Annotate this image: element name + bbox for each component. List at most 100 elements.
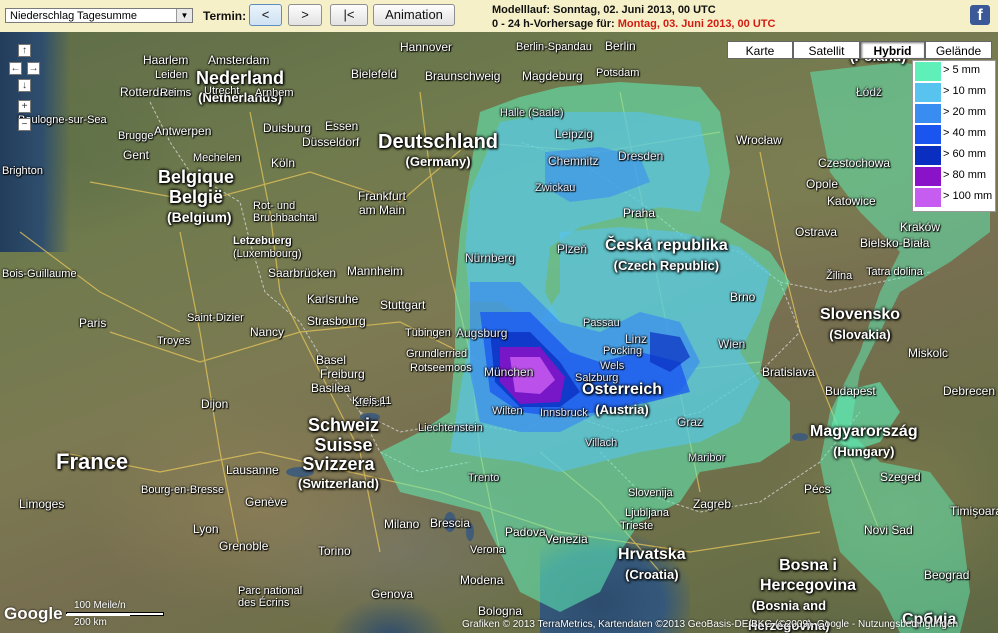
city-label: Ostrava bbox=[795, 225, 838, 239]
google-logo[interactable]: Google bbox=[4, 604, 63, 624]
country-label-switzerland-it: Svizzera (Switzerland) bbox=[298, 454, 379, 491]
pan-left-button[interactable]: ← bbox=[9, 62, 22, 75]
city-label: Szeged bbox=[880, 470, 921, 484]
city-label: Beograd bbox=[924, 568, 970, 582]
city-label: Grundlerried bbox=[406, 348, 468, 360]
city-label: Pécs bbox=[804, 482, 831, 496]
city-label: (Luxembourg) bbox=[233, 248, 302, 260]
city-label: Innsbruck bbox=[540, 407, 588, 419]
city-label: Miskolc bbox=[908, 346, 949, 360]
legend-swatch bbox=[915, 83, 941, 102]
maptype-hybrid-button[interactable]: Hybrid bbox=[860, 41, 925, 59]
scale-bar-km bbox=[66, 614, 130, 616]
country-label-belgium: Belgique België bbox=[158, 167, 235, 207]
country-label-belgium-en: (Belgium) bbox=[167, 209, 232, 225]
city-label: Essen bbox=[325, 119, 359, 133]
legend-swatch bbox=[915, 62, 941, 81]
city-label: Liechtenstein bbox=[418, 422, 483, 434]
pan-up-button[interactable]: ↑ bbox=[18, 44, 31, 57]
city-label: Saarbrücken bbox=[268, 266, 337, 280]
country-label-hungary: Magyarország (Hungary) bbox=[810, 423, 918, 459]
city-label: Hannover bbox=[400, 40, 453, 54]
city-label: Czestochowa bbox=[818, 156, 891, 170]
city-label: Strasbourg bbox=[307, 314, 366, 328]
next-button[interactable]: > bbox=[288, 4, 322, 26]
city-label: Grenoble bbox=[219, 539, 269, 553]
city-label: Wels bbox=[600, 360, 625, 372]
city-label: Kreis 11 bbox=[352, 395, 392, 407]
city-label: Zwickau bbox=[535, 182, 576, 194]
city-label: Arnhem bbox=[255, 87, 294, 99]
legend-row: > 40 mm bbox=[913, 124, 995, 145]
maptype-gelaende-button[interactable]: Gelände bbox=[925, 41, 992, 59]
zoom-in-button[interactable]: + bbox=[18, 100, 31, 113]
city-label: Genova bbox=[371, 587, 414, 601]
city-label: Katowice bbox=[827, 194, 876, 208]
city-label: Padova bbox=[505, 525, 546, 539]
city-label: Modena bbox=[460, 573, 504, 587]
city-label: Wrocław bbox=[736, 133, 782, 147]
product-select-value: Niederschlag Tagesumme bbox=[10, 10, 137, 22]
city-label: Budapest bbox=[825, 384, 876, 398]
city-label: Basel bbox=[316, 353, 347, 367]
city-label: Bielefeld bbox=[351, 67, 398, 81]
city-label: Milano bbox=[384, 517, 420, 531]
city-label: Žilina bbox=[826, 270, 853, 282]
country-label-france: France bbox=[56, 449, 129, 474]
city-label: Troyes bbox=[157, 335, 191, 347]
city-label: Düsseldorf bbox=[302, 135, 360, 149]
city-label: Brno bbox=[730, 290, 756, 304]
legend-row: > 5 mm bbox=[913, 61, 995, 82]
city-label: Praha bbox=[623, 206, 656, 220]
first-button[interactable]: |< bbox=[330, 4, 368, 26]
precipitation-legend: > 5 mm > 10 mm > 20 mm > 40 mm > 60 mm >… bbox=[912, 60, 996, 212]
maptype-karte-button[interactable]: Karte bbox=[727, 41, 793, 59]
zoom-out-button[interactable]: − bbox=[18, 118, 31, 131]
city-label: Opole bbox=[806, 177, 839, 191]
map-view[interactable]: Nederland (Netherlands) Deutschland (Germa… bbox=[0, 32, 998, 633]
legend-swatch bbox=[915, 104, 941, 123]
legend-swatch bbox=[915, 188, 941, 207]
country-label-croatia: Hrvatska (Croatia) bbox=[618, 546, 686, 582]
city-label: Rot- und Bruchbachtal bbox=[253, 200, 318, 224]
chevron-down-icon[interactable]: ▼ bbox=[176, 9, 192, 22]
city-label: Utrecht bbox=[204, 85, 240, 97]
legend-row: > 10 mm bbox=[913, 82, 995, 103]
city-label: Nancy bbox=[250, 325, 285, 339]
legend-label: > 100 mm bbox=[943, 190, 993, 202]
city-label: Halle (Saale) bbox=[500, 107, 564, 119]
pan-down-button[interactable]: ↓ bbox=[18, 79, 31, 92]
model-run-info: Modelllauf: Sonntag, 02. Juni 2013, 00 U… bbox=[492, 4, 716, 16]
city-label: Wilten bbox=[492, 405, 523, 417]
city-label: Bologna bbox=[478, 604, 523, 618]
animation-button[interactable]: Animation bbox=[373, 4, 455, 26]
city-label: Linz bbox=[625, 332, 648, 346]
city-label: Mannheim bbox=[347, 264, 404, 278]
maptype-satellit-button[interactable]: Satellit bbox=[793, 41, 860, 59]
city-label: Basilea bbox=[311, 381, 351, 395]
country-label-switzerland: Schweiz Suisse bbox=[308, 415, 380, 455]
country-label-czech: Česká republika (Czech Republic) bbox=[605, 237, 728, 273]
city-label: Bratislava bbox=[762, 365, 815, 379]
city-label: Amsterdam bbox=[208, 53, 270, 67]
termin-label: Termin: bbox=[203, 9, 247, 23]
pan-right-button[interactable]: → bbox=[27, 62, 40, 75]
city-label: Karlsruhe bbox=[307, 292, 359, 306]
prev-button[interactable]: < bbox=[249, 4, 282, 26]
city-label: Berlin bbox=[605, 39, 636, 53]
legend-row: > 100 mm bbox=[913, 187, 995, 208]
facebook-icon[interactable]: f bbox=[970, 5, 990, 25]
city-label: Wien bbox=[718, 337, 746, 351]
city-label: Limoges bbox=[19, 497, 65, 511]
city-label: Tübingen bbox=[405, 327, 451, 339]
legend-row: > 80 mm bbox=[913, 166, 995, 187]
city-label: Maribor bbox=[688, 452, 726, 464]
city-label: Brescia bbox=[430, 516, 471, 530]
city-label: Mechelen bbox=[193, 152, 241, 164]
city-label: Leipzig bbox=[555, 127, 594, 141]
city-label: Lausanne bbox=[226, 463, 279, 477]
city-label: Villach bbox=[585, 437, 618, 449]
city-label: Dijon bbox=[201, 397, 229, 411]
product-select[interactable]: Niederschlag Tagesumme ▼ bbox=[5, 8, 193, 23]
map-copyright[interactable]: Grafiken © 2013 TerraMetrics, Kartendate… bbox=[462, 619, 958, 630]
